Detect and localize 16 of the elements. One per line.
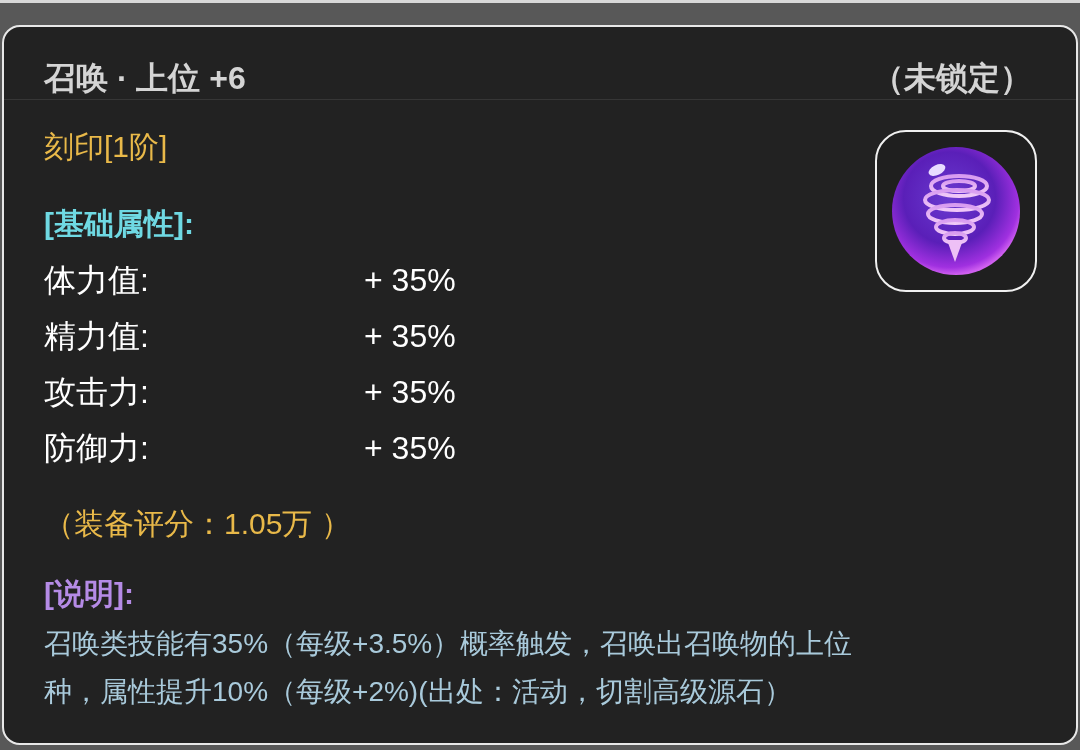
attribute-label: 攻击力: [44, 374, 149, 410]
attribute-label: 精力值: [44, 318, 149, 354]
attribute-label: 防御力: [44, 430, 149, 466]
equipment-score: （装备评分：1.05万 ） [44, 506, 351, 542]
section-heading: [说明]: [44, 576, 134, 612]
lock-status: （未锁定） [872, 59, 1032, 98]
section-heading: [基础属性]: [44, 206, 194, 242]
attribute-value: + 35% [364, 262, 456, 298]
attribute-label: 体力值: [44, 262, 149, 298]
attribute-value: + 35% [364, 374, 456, 410]
grade-label: 刻印[1阶] [44, 129, 168, 165]
tornado-orb-icon [875, 130, 1037, 292]
description-text: 召唤类技能有35%（每级+3.5%）概率触发，召唤出召唤物的上位种，属性提升10%（每级+2%)(出处：活动，切割高级源石） [44, 627, 854, 709]
attribute-value: + 35% [364, 318, 456, 354]
attribute-value: + 35% [364, 430, 456, 466]
item-title: 召唤 · 上位 +6 [44, 59, 246, 98]
